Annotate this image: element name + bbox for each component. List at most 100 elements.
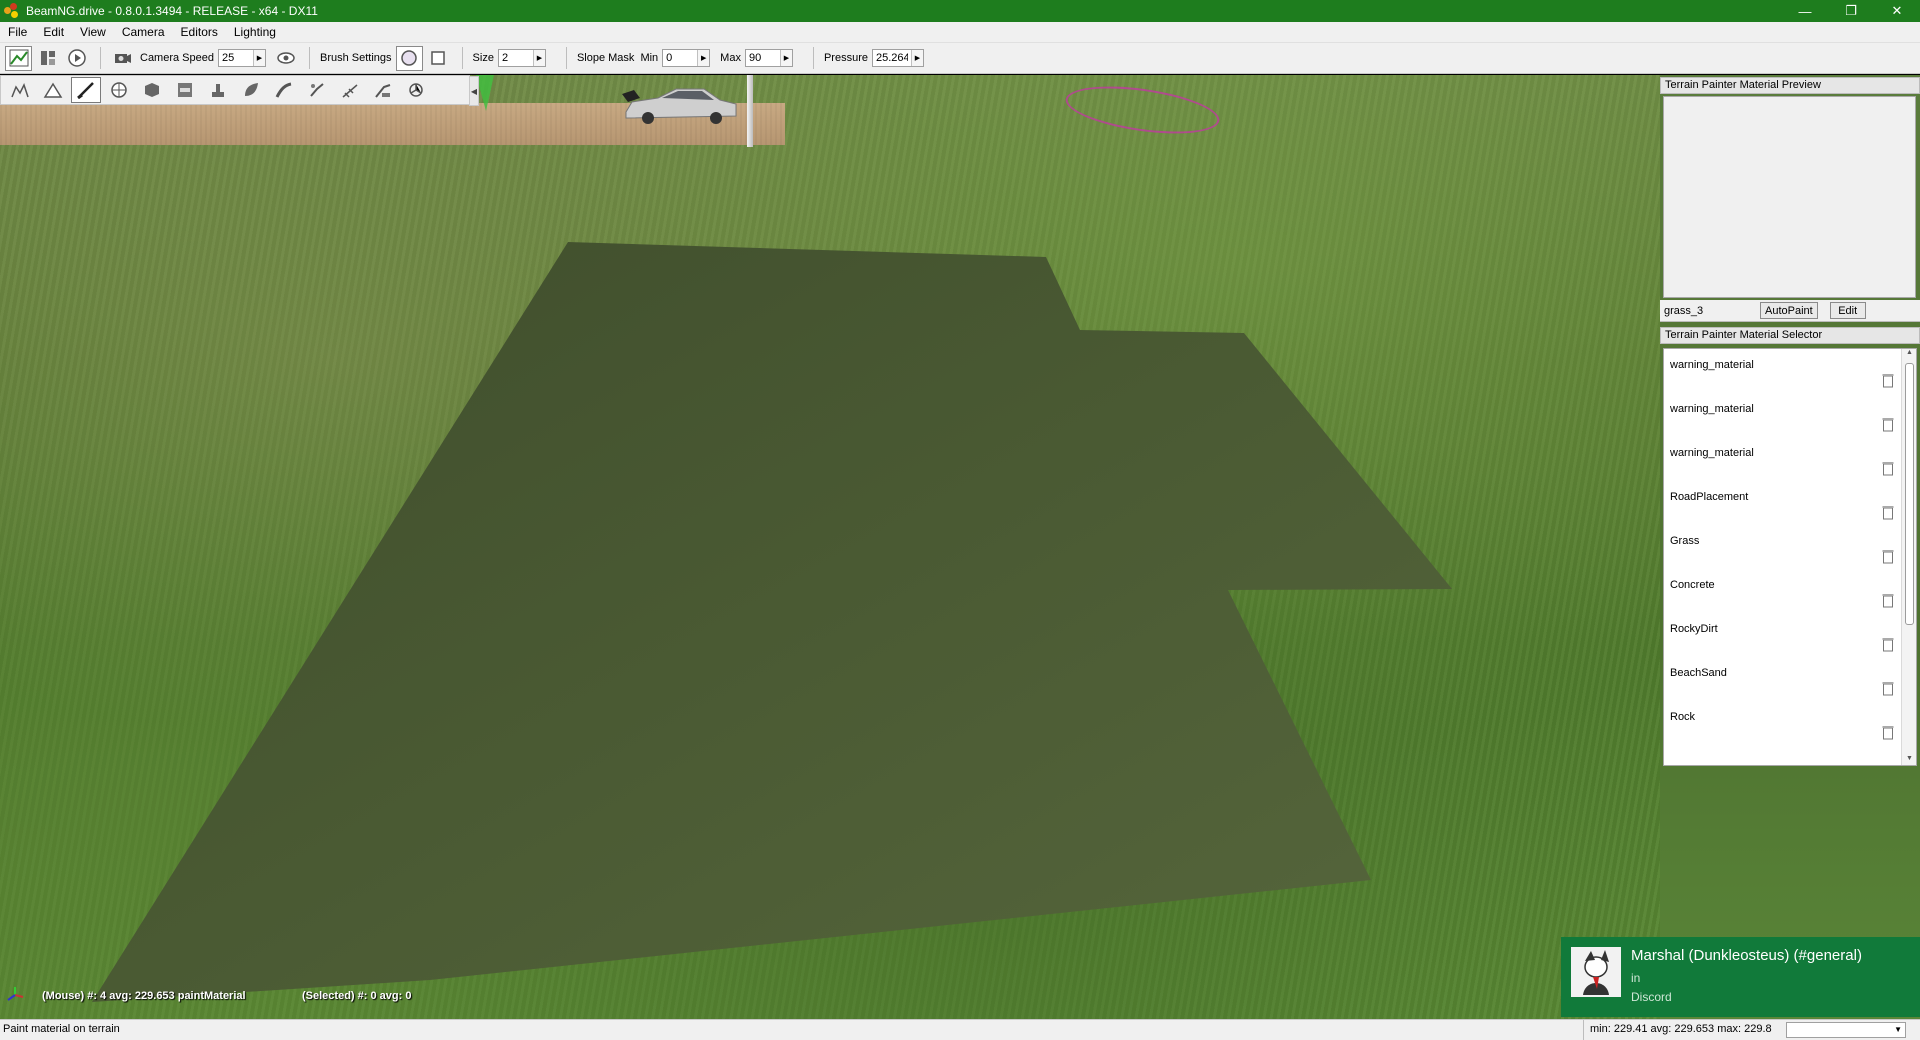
- material-selector-header: Terrain Painter Material Selector: [1660, 327, 1920, 344]
- list-item[interactable]: warning_material: [1664, 393, 1902, 437]
- tool-datablock[interactable]: [170, 77, 200, 103]
- maximize-button[interactable]: ❐: [1828, 0, 1874, 22]
- minimize-button[interactable]: —: [1782, 0, 1828, 22]
- slope-min-input[interactable]: [663, 50, 698, 66]
- list-item[interactable]: warning_material: [1664, 349, 1902, 393]
- notification-title: Marshal (Dunkleosteus) (#general): [1631, 947, 1862, 964]
- trash-icon[interactable]: [1882, 373, 1894, 388]
- river-icon: [310, 83, 324, 97]
- scroll-up-icon[interactable]: ▲: [1902, 349, 1916, 361]
- slope-max-field[interactable]: ▶: [744, 49, 793, 67]
- tool-road[interactable]: [269, 77, 299, 103]
- list-item[interactable]: Rock: [1664, 701, 1902, 745]
- tool-gizmo[interactable]: [401, 77, 431, 103]
- world-editor-button[interactable]: [5, 45, 32, 71]
- brush-settings-label: Brush Settings: [320, 52, 392, 64]
- raise-height-icon: [11, 83, 29, 98]
- tool-decal-road[interactable]: [368, 77, 398, 103]
- notification-source: Discord: [1631, 990, 1672, 1004]
- material-preview-box: [1663, 96, 1916, 298]
- selected-stat-readout: (Selected) #: 0 avg: 0: [302, 990, 412, 1002]
- list-item[interactable]: RockyDirt: [1664, 613, 1902, 657]
- trash-icon[interactable]: [1882, 505, 1894, 520]
- data-icon: [178, 83, 192, 97]
- size-arrow-icon[interactable]: ▶: [532, 50, 545, 66]
- list-item[interactable]: RoadPlacement: [1664, 481, 1902, 525]
- list-item[interactable]: warning_material: [1664, 437, 1902, 481]
- camera-speed-input[interactable]: [219, 50, 253, 66]
- stamp-icon: [212, 84, 224, 97]
- material-selector-list: warning_material warning_material warnin…: [1663, 348, 1917, 766]
- tool-raise[interactable]: [5, 77, 35, 103]
- window-title: BeamNG.drive - 0.8.0.1.3494 - RELEASE - …: [26, 4, 318, 18]
- scrollbar-thumb[interactable]: [1905, 363, 1914, 625]
- tool-river[interactable]: [302, 77, 332, 103]
- pressure-field[interactable]: ▶: [871, 49, 924, 67]
- material-list-scrollbar[interactable]: ▲ ▼: [1901, 349, 1916, 765]
- close-button[interactable]: ✕: [1874, 0, 1920, 22]
- gui-editor-button[interactable]: [34, 46, 61, 71]
- layout-icon: [40, 51, 55, 65]
- status-dropdown[interactable]: ▼: [1786, 1022, 1906, 1038]
- play-button[interactable]: [63, 46, 90, 71]
- trash-icon[interactable]: [1882, 593, 1894, 608]
- collapse-palette-icon[interactable]: ◀: [469, 76, 479, 106]
- camera-speed-field[interactable]: ▶: [218, 49, 266, 67]
- material-label: BeachSand: [1670, 667, 1727, 679]
- slope-max-input[interactable]: [745, 50, 780, 66]
- menu-file[interactable]: File: [0, 22, 35, 43]
- tool-cube[interactable]: [137, 77, 167, 103]
- trash-icon[interactable]: [1882, 681, 1894, 696]
- camera-speed-label: Camera Speed: [140, 52, 214, 64]
- beamng-logo-icon: [4, 3, 20, 19]
- pressure-arrow-icon[interactable]: ▶: [910, 50, 923, 66]
- pressure-input[interactable]: [872, 50, 911, 66]
- material-label: warning_material: [1670, 359, 1754, 371]
- tool-paint-material[interactable]: [71, 77, 101, 103]
- slope-max-arrow-icon[interactable]: ▶: [779, 50, 792, 66]
- menu-camera[interactable]: Camera: [114, 22, 173, 43]
- material-label: Grass: [1670, 535, 1700, 547]
- slope-max-label: Max: [720, 52, 741, 64]
- material-label: warning_material: [1670, 447, 1754, 459]
- menu-edit[interactable]: Edit: [35, 22, 72, 43]
- menu-lighting[interactable]: Lighting: [226, 22, 284, 43]
- paint-brush-icon: [77, 82, 94, 99]
- visibility-button[interactable]: [272, 46, 299, 71]
- discord-notification[interactable]: Marshal (Dunkleosteus) (#general) in Dis…: [1561, 937, 1920, 1017]
- tool-decal[interactable]: [203, 77, 233, 103]
- menu-view[interactable]: View: [72, 22, 114, 43]
- slope-min-field[interactable]: ▶: [662, 49, 711, 67]
- trash-icon[interactable]: [1882, 461, 1894, 476]
- size-field[interactable]: ▶: [497, 49, 546, 67]
- tool-mountain[interactable]: [38, 77, 68, 103]
- slope-mask-label: Slope Mask: [576, 52, 635, 64]
- circle-brush-icon: [401, 50, 417, 66]
- tool-mesh-road[interactable]: [335, 77, 365, 103]
- edit-material-button[interactable]: Edit: [1829, 302, 1866, 319]
- list-item[interactable]: BeachSand: [1664, 657, 1902, 701]
- eye-icon: [276, 52, 295, 64]
- list-item[interactable]: Grass: [1664, 525, 1902, 569]
- trash-icon[interactable]: [1882, 417, 1894, 432]
- trash-icon[interactable]: [1882, 637, 1894, 652]
- brush-circle-button[interactable]: [395, 45, 423, 71]
- list-item[interactable]: Concrete: [1664, 569, 1902, 613]
- tool-forest[interactable]: [236, 77, 266, 103]
- terrain-editor-icon: [9, 49, 28, 67]
- camera-speed-arrow-icon[interactable]: ▶: [253, 50, 265, 66]
- trash-icon[interactable]: [1882, 549, 1894, 564]
- 3d-viewport[interactable]: (Mouse) #: 4 avg: 229.653 paintMaterial …: [0, 75, 1660, 1019]
- material-preview-bar: grass_3 AutoPaint Edit: [1660, 300, 1920, 322]
- menu-bar: File Edit View Camera Editors Lighting: [0, 22, 1920, 43]
- menu-editors[interactable]: Editors: [173, 22, 226, 43]
- size-input[interactable]: [498, 50, 533, 66]
- brush-square-button[interactable]: [425, 46, 452, 71]
- slope-min-arrow-icon[interactable]: ▶: [697, 50, 710, 66]
- scroll-down-icon[interactable]: ▼: [1902, 755, 1916, 765]
- tool-globe[interactable]: [104, 77, 134, 103]
- autopaint-button[interactable]: AutoPaint: [1760, 302, 1818, 319]
- trash-icon[interactable]: [1882, 725, 1894, 740]
- camera-button[interactable]: [109, 46, 136, 71]
- mesh-road-icon: [342, 84, 358, 98]
